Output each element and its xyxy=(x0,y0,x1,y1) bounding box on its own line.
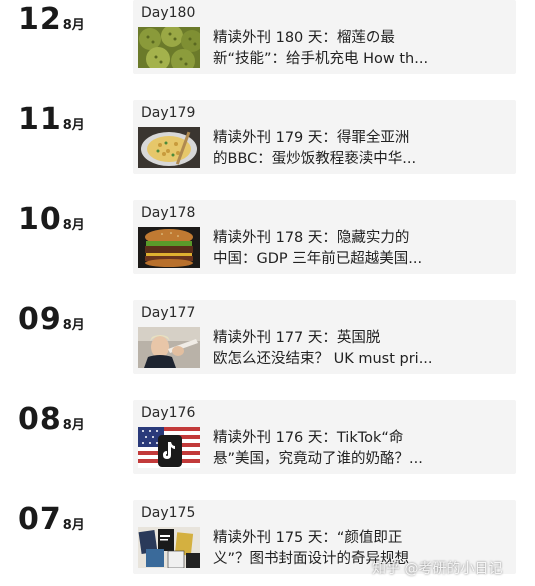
date-marker: 088月 xyxy=(18,402,128,442)
day-label: Day177 xyxy=(141,305,196,321)
politician-image xyxy=(138,327,200,368)
article-card[interactable]: Day176 精读外刊 176 天：TikTok“命 悬”美国，究竟动了谁的奶酪… xyxy=(133,400,516,474)
article-title-line1: 精读外刊 180 天：榴莲の最 xyxy=(213,30,395,46)
article-card[interactable]: Day180 精读外刊 180 天：榴莲の最 新“技能”：给手机充电 How t… xyxy=(133,0,516,74)
date-marker: 128月 xyxy=(18,2,128,42)
date-month: 8月 xyxy=(62,218,85,233)
book-covers-image xyxy=(138,527,200,568)
timeline-entry: 088月 Day176 精读外刊 176 天：TikTok“命 悬”美国，究竟动… xyxy=(0,400,535,484)
article-title-line1: 精读外刊 177 天：英国脱 xyxy=(213,330,381,346)
article-title-line1: 精读外刊 175 天：“颜值即正 xyxy=(213,530,403,546)
date-month: 8月 xyxy=(62,518,85,533)
timeline-entry: 098月 Day177 精读外刊 177 天：英国脱 欧怎么还没结束？ UK m… xyxy=(0,300,535,384)
date-day: 10 xyxy=(18,202,62,237)
article-title: 精读外刊 180 天：榴莲の最 新“技能”：给手机充电 How th... xyxy=(213,28,509,70)
day-label: Day176 xyxy=(141,405,196,421)
timeline-list: 128月 Day180 精读外刊 180 天：榴莲の最 新“技能”：给手机充电 … xyxy=(0,0,535,586)
burger-image xyxy=(138,227,200,268)
day-label: Day175 xyxy=(141,505,196,521)
date-day: 07 xyxy=(18,502,62,537)
article-title-line1: 精读外刊 178 天：隐藏实力的 xyxy=(213,230,410,246)
day-label: Day179 xyxy=(141,105,196,121)
tiktok-flag-image xyxy=(138,427,200,468)
article-title-line2: 欧怎么还没结束？ UK must pri... xyxy=(213,351,433,367)
date-month: 8月 xyxy=(62,418,85,433)
date-day: 08 xyxy=(18,402,62,437)
date-marker: 078月 xyxy=(18,502,128,542)
article-card[interactable]: Day178 精读外刊 178 天：隐藏实力的 中国：GDP 三年前已超越美国.… xyxy=(133,200,516,274)
timeline-entry: 118月 Day179 精读外刊 179 天：得罪全亚洲 的BBC：蛋炒饭教程亵… xyxy=(0,100,535,184)
article-title-line2: 中国：GDP 三年前已超越美国... xyxy=(213,251,423,267)
date-marker: 098月 xyxy=(18,302,128,342)
date-month: 8月 xyxy=(62,18,85,33)
timeline-entry: 128月 Day180 精读外刊 180 天：榴莲の最 新“技能”：给手机充电 … xyxy=(0,0,535,84)
date-month: 8月 xyxy=(62,118,85,133)
date-day: 11 xyxy=(18,102,62,137)
article-title: 精读外刊 177 天：英国脱 欧怎么还没结束？ UK must pri... xyxy=(213,328,509,370)
article-title-line2: 的BBC：蛋炒饭教程亵渎中华... xyxy=(213,151,417,167)
fried-rice-image xyxy=(138,127,200,168)
article-title-line1: 精读外刊 176 天：TikTok“命 xyxy=(213,430,404,446)
article-title-line2: 悬”美国，究竟动了谁的奶酪？... xyxy=(213,451,423,467)
article-title: 精读外刊 178 天：隐藏实力的 中国：GDP 三年前已超越美国... xyxy=(213,228,509,270)
day-label: Day180 xyxy=(141,5,196,21)
date-marker: 108月 xyxy=(18,202,128,242)
durian-image xyxy=(138,27,200,68)
watermark-text: 知乎 @考研的小日记 xyxy=(372,561,503,577)
date-month: 8月 xyxy=(62,318,85,333)
date-day: 12 xyxy=(18,2,62,37)
article-title: 精读外刊 176 天：TikTok“命 悬”美国，究竟动了谁的奶酪？... xyxy=(213,428,509,470)
article-card[interactable]: Day179 精读外刊 179 天：得罪全亚洲 的BBC：蛋炒饭教程亵渎中华..… xyxy=(133,100,516,174)
article-title: 精读外刊 179 天：得罪全亚洲 的BBC：蛋炒饭教程亵渎中华... xyxy=(213,128,509,170)
article-title-line1: 精读外刊 179 天：得罪全亚洲 xyxy=(213,130,410,146)
day-label: Day178 xyxy=(141,205,196,221)
date-day: 09 xyxy=(18,302,62,337)
article-title-line2: 新“技能”：给手机充电 How th... xyxy=(213,51,429,67)
date-marker: 118月 xyxy=(18,102,128,142)
article-card[interactable]: Day177 精读外刊 177 天：英国脱 欧怎么还没结束？ UK must p… xyxy=(133,300,516,374)
timeline-entry: 108月 Day178 精读外刊 178 天：隐藏实力的 中国：GDP 三年前已… xyxy=(0,200,535,284)
